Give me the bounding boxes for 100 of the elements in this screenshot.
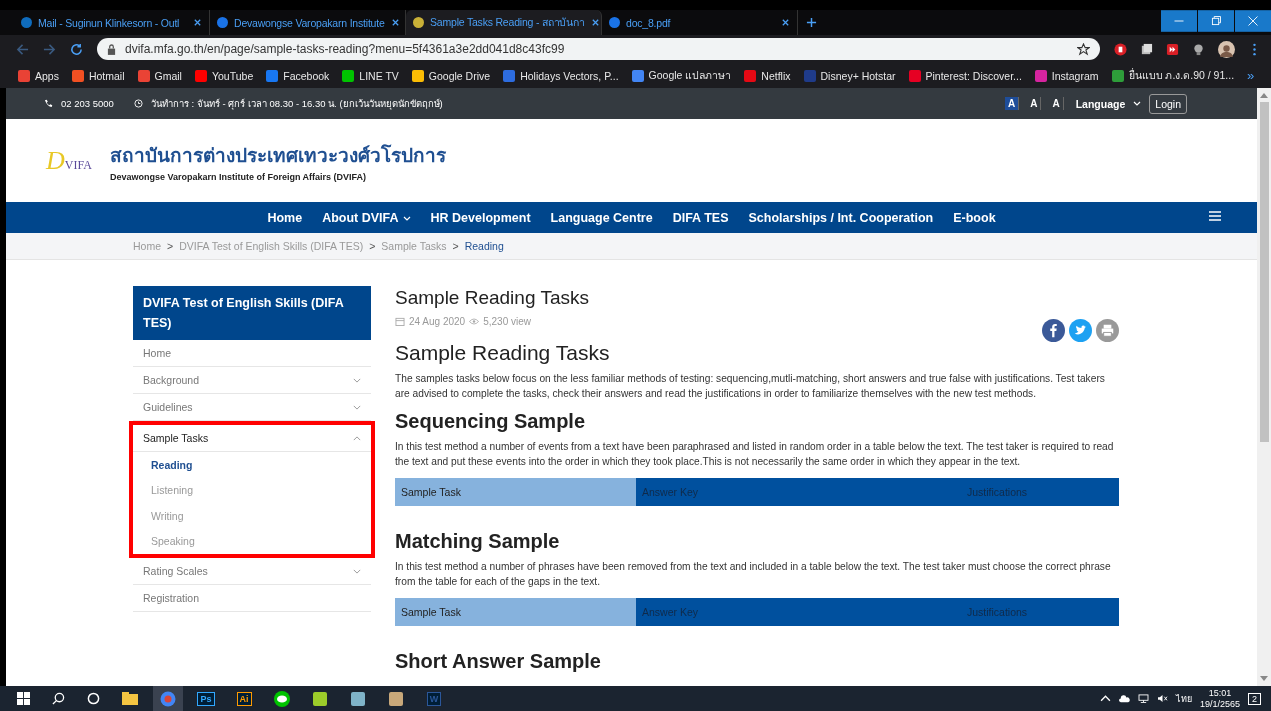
close-icon[interactable] [1235, 10, 1271, 32]
font-size-button[interactable]: A [1027, 97, 1042, 110]
breadcrumb-link[interactable]: Reading [464, 240, 504, 252]
extension-icon[interactable] [1166, 42, 1179, 56]
institute-subtitle: Devawongse Varopakarn Institute of Foreign Affairs (DVIFA) [109, 171, 368, 182]
section-paragraph: In this test method a number of events from a text have been paraphrased and listed in random order in a table below the text. The test taker is required to read the text and put these events into the order in which they took place.This is not necessarily the same order in which they appear in the text. [395, 440, 1115, 469]
nav-link[interactable]: E-book [953, 210, 996, 225]
clock-time[interactable]: 15:01 [1208, 687, 1232, 699]
bookmark[interactable]: Holidays Vectors, P... [503, 69, 619, 82]
restore-icon[interactable] [1198, 10, 1234, 32]
section-heading: Sample Reading Tasks [395, 341, 611, 365]
sidebar-item[interactable]: Background [133, 367, 371, 393]
app-badge: Ps [197, 691, 215, 706]
intro-paragraph: The samples tasks below focus on the less familiar methods of testing: sequencing,mutli-matching, short answers and true false with justifications. Test takers are advised to complete the tasks, check their answers and read the justifications in order to familiarize themselves with the new test methods. [395, 372, 1106, 401]
hand-icon[interactable] [1114, 42, 1127, 56]
sidebar-item[interactable]: Sample Tasks [133, 425, 371, 452]
table-header: Answer Key [636, 478, 961, 506]
close-icon[interactable] [193, 18, 202, 27]
plus-icon[interactable] [806, 17, 817, 28]
scrollbar-thumb[interactable] [1259, 102, 1269, 442]
bookmark[interactable]: Apps [18, 69, 59, 82]
scroll-up-icon[interactable] [1260, 92, 1268, 98]
nav-link[interactable]: DIFA TES [672, 210, 729, 225]
article-title: Sample Reading Tasks [395, 287, 590, 309]
sidebar-item[interactable]: Registration [133, 585, 371, 611]
sidebar-item[interactable]: Home [133, 340, 371, 366]
caret-icon [402, 215, 411, 221]
scroll-down-icon[interactable] [1260, 676, 1268, 682]
avatar-icon[interactable] [1218, 40, 1235, 58]
bookmark[interactable]: Hotmail [71, 69, 125, 82]
back-icon[interactable] [16, 42, 29, 56]
input-language[interactable]: ไทย [1175, 691, 1192, 706]
font-size-button[interactable]: A [1049, 97, 1064, 110]
browser-tab[interactable]: Sample Tasks Reading - สถาบันกา [406, 10, 602, 35]
nav-link[interactable]: HR Development [430, 210, 531, 225]
circle-icon[interactable] [87, 692, 100, 705]
bookmark[interactable]: Disney+ Hotstar [803, 69, 896, 82]
language-dropdown[interactable]: Language [1075, 97, 1126, 110]
login-button[interactable]: Login [1149, 93, 1187, 114]
reload-icon[interactable] [70, 42, 83, 56]
facebook-icon[interactable] [1042, 318, 1065, 342]
breadcrumb-separator: > [167, 240, 174, 252]
close-icon[interactable] [390, 18, 400, 27]
print-icon[interactable] [1096, 318, 1119, 342]
speaker-muted-icon[interactable] [1156, 694, 1168, 703]
font-size-button[interactable]: A [1005, 97, 1020, 110]
breadcrumb-separator: > [369, 240, 376, 252]
bookmark[interactable]: Instagram [1034, 69, 1099, 82]
sidebar-title: DVIFA Test of English Skills (DIFA TES) [133, 286, 371, 340]
office-hours: วันทำการ : จันทร์ - ศุกร์ เวลา 08.30 - 16.30 น. (ยกเว้นวันหยุดนักขัตฤกษ์) [150, 97, 443, 111]
bookmark[interactable]: Netflix [744, 69, 791, 82]
bookmark[interactable]: ยื่นแบบ ภ.ง.ด.90 / 91... [1111, 67, 1235, 84]
bookmark[interactable]: Google แปลภาษา [631, 67, 732, 84]
bookmark[interactable]: Gmail [137, 69, 182, 82]
extension-icon[interactable] [1140, 42, 1153, 56]
network-icon[interactable] [1137, 694, 1149, 703]
section-paragraph: In this test method a number of phrases have been removed from the text and included in a table below the text. The test taker must choose the correct phrase from the table for each of the gaps in the text. [395, 560, 1112, 589]
logo[interactable]: DVIFA [46, 145, 92, 176]
close-icon[interactable] [781, 18, 790, 27]
notifications-button[interactable]: 2 [1248, 692, 1261, 705]
taskbar-button[interactable]: Ai [229, 686, 259, 711]
bulb-icon[interactable] [1192, 42, 1205, 56]
sidebar-item[interactable]: Rating Scales [133, 558, 371, 584]
eye-icon [469, 316, 480, 326]
star-icon[interactable] [1077, 42, 1090, 56]
bookmark[interactable]: Facebook [266, 69, 330, 82]
lock-icon [107, 43, 116, 55]
menu-icon[interactable] [1209, 211, 1221, 221]
chevron-icon [353, 568, 361, 574]
section-title: Matching Sample [395, 530, 561, 553]
chevron-icon [353, 435, 361, 441]
taskbar-button[interactable]: Ps [191, 686, 221, 711]
breadcrumb-separator: > [452, 240, 459, 252]
search-icon[interactable] [52, 692, 65, 705]
table-header: Justifications [961, 478, 1119, 506]
view-count: 5,230 view [483, 315, 531, 327]
nav-link[interactable]: Scholarships / Int. Cooperation [748, 210, 934, 225]
table-header: Answer Key [636, 598, 961, 626]
clock-icon [133, 99, 143, 108]
calendar-icon [395, 316, 405, 326]
nav-link[interactable]: Home [267, 210, 303, 225]
more-bookmarks-button[interactable]: » [1247, 68, 1255, 83]
nav-link[interactable]: Language Centre [550, 210, 653, 225]
bookmark[interactable]: Pinterest: Discover... [908, 69, 1022, 82]
sidebar-item[interactable]: Guidelines [133, 394, 371, 420]
cloud-icon[interactable] [1118, 694, 1130, 703]
bookmark[interactable]: Google Drive [411, 69, 491, 82]
bookmark[interactable]: LINE TV [342, 69, 399, 82]
clock-date[interactable]: 19/1/2565 [1199, 698, 1240, 710]
windows-icon[interactable] [17, 692, 30, 705]
sidebar-subitem[interactable]: Reading [133, 452, 371, 478]
chevron-icon [353, 404, 361, 410]
close-icon[interactable] [590, 18, 600, 27]
bookmark[interactable]: YouTube [194, 69, 254, 82]
chevron-up-icon[interactable] [1099, 694, 1111, 703]
section-title: Sequencing Sample [395, 410, 587, 433]
forward-icon[interactable] [43, 42, 56, 56]
nav-link[interactable]: About DVIFA [322, 210, 411, 225]
address-bar[interactable]: dvifa.mfa.go.th/en/page/sample-tasks-reading?menu=5f4361a3e2dd041d8c43fc99 [97, 38, 1100, 60]
twitter-icon[interactable] [1069, 318, 1092, 342]
